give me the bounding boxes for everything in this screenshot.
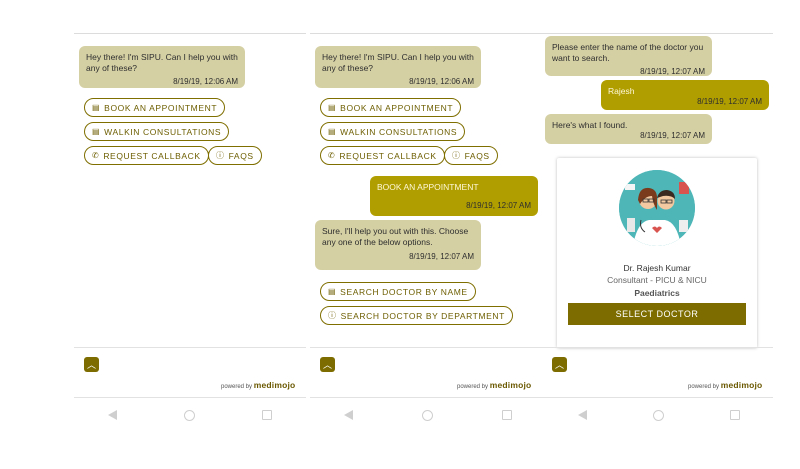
chip-label: REQUEST CALLBACK <box>103 150 201 161</box>
message-text: Hey there! I'm SIPU. Can I help you with… <box>322 52 477 73</box>
message-text: Hey there! I'm SIPU. Can I help you with… <box>86 52 241 73</box>
request-callback-chip[interactable]: ✆ REQUEST CALLBACK <box>320 146 445 165</box>
doctors-illustration <box>619 170 695 246</box>
faqs-chip[interactable]: ⓘ FAQS <box>444 146 498 165</box>
chip-label: FAQS <box>228 150 254 161</box>
top-divider <box>545 33 773 34</box>
message-text: Sure, I'll help you out with this. Choos… <box>322 226 471 247</box>
bot-message-prompt: Please enter the name of the doctor you … <box>545 36 712 76</box>
chip-label: WALKIN CONSULTATIONS <box>104 126 222 137</box>
doctor-avatar <box>619 170 695 246</box>
chip-label: REQUEST CALLBACK <box>339 150 437 161</box>
chip-label: FAQS <box>464 150 490 161</box>
request-callback-chip[interactable]: ✆ REQUEST CALLBACK <box>84 146 209 165</box>
brand-logo: medimojo <box>489 380 532 390</box>
info-icon: ⓘ <box>216 151 225 160</box>
top-divider <box>310 33 546 34</box>
book-icon: ▤ <box>92 103 101 112</box>
message-timestamp: 8/19/19, 12:06 AM <box>409 77 474 86</box>
input-divider <box>310 347 546 348</box>
home-icon[interactable] <box>421 409 433 421</box>
message-timestamp: 8/19/19, 12:07 AM <box>409 252 474 261</box>
chevron-up-icon: ︿ <box>554 360 564 370</box>
brand-logo: medimojo <box>253 380 296 390</box>
chevron-up-icon: ︿ <box>322 360 332 370</box>
doctor-card: Dr. Rajesh Kumar Consultant - PICU & NIC… <box>557 158 757 348</box>
info-icon: ⓘ <box>328 311 337 320</box>
book-icon: ▤ <box>328 127 337 136</box>
input-divider <box>74 347 306 348</box>
doctor-designation: Consultant - PICU & NICU <box>607 275 707 285</box>
book-icon: ▤ <box>92 127 101 136</box>
expand-menu-button[interactable]: ︿ <box>84 357 99 372</box>
user-message: Rajesh 8/19/19, 12:07 AM <box>601 80 769 110</box>
back-icon[interactable] <box>107 410 117 420</box>
brand-logo: medimojo <box>720 380 763 390</box>
message-text: BOOK AN APPOINTMENT <box>377 182 479 192</box>
recent-apps-icon[interactable] <box>730 410 740 420</box>
bot-message-greeting: Hey there! I'm SIPU. Can I help you with… <box>79 46 245 88</box>
powered-by-badge: powered by medimojo <box>457 380 531 390</box>
user-message: BOOK AN APPOINTMENT 8/19/19, 12:07 AM <box>370 176 538 216</box>
message-text: Please enter the name of the doctor you … <box>552 42 706 63</box>
footer-divider <box>545 397 773 398</box>
back-icon[interactable] <box>578 410 587 420</box>
recent-apps-icon[interactable] <box>262 410 273 420</box>
doctor-department: Paediatrics <box>634 288 680 298</box>
chat-screen-3: Please enter the name of the doctor you … <box>545 0 773 469</box>
book-appointment-chip[interactable]: ▤ BOOK AN APPOINTMENT <box>320 98 462 117</box>
chat-screen-2: Hey there! I'm SIPU. Can I help you with… <box>310 0 546 469</box>
search-by-department-chip[interactable]: ⓘ SEARCH DOCTOR BY DEPARTMENT <box>320 306 513 325</box>
home-icon[interactable] <box>653 409 664 421</box>
book-appointment-chip[interactable]: ▤ BOOK AN APPOINTMENT <box>84 98 226 117</box>
back-icon[interactable] <box>344 410 354 420</box>
message-timestamp: 8/19/19, 12:06 AM <box>173 77 238 86</box>
powered-by-text: powered by <box>457 384 489 390</box>
home-icon[interactable] <box>183 409 195 421</box>
android-nav-bar <box>74 401 306 429</box>
android-nav-bar <box>545 401 773 429</box>
chip-label: WALKIN CONSULTATIONS <box>340 126 458 137</box>
select-doctor-button[interactable]: SELECT DOCTOR <box>568 303 746 325</box>
phone-icon: ✆ <box>92 151 100 160</box>
chip-label: SEARCH DOCTOR BY DEPARTMENT <box>340 310 505 321</box>
info-icon: ⓘ <box>452 151 461 160</box>
message-timestamp: 8/19/19, 12:07 AM <box>697 97 762 106</box>
expand-menu-button[interactable]: ︿ <box>552 357 567 372</box>
chip-label: BOOK AN APPOINTMENT <box>104 102 218 113</box>
bot-message-options: Sure, I'll help you out with this. Choos… <box>315 220 481 270</box>
phone-icon: ✆ <box>328 151 336 160</box>
bot-message-found: Here's what I found. 8/19/19, 12:07 AM <box>545 114 712 144</box>
faqs-chip[interactable]: ⓘ FAQS <box>208 146 262 165</box>
message-timestamp: 8/19/19, 12:07 AM <box>466 201 531 210</box>
book-icon: ▤ <box>328 287 337 296</box>
powered-by-text: powered by <box>221 384 253 390</box>
powered-by-text: powered by <box>688 384 720 390</box>
doctor-name: Dr. Rajesh Kumar <box>623 263 691 273</box>
chat-screen-1: Hey there! I'm SIPU. Can I help you with… <box>74 0 306 469</box>
search-by-name-chip[interactable]: ▤ SEARCH DOCTOR BY NAME <box>320 282 476 301</box>
footer-divider <box>74 397 306 398</box>
walkin-consultations-chip[interactable]: ▤ WALKIN CONSULTATIONS <box>320 122 466 141</box>
walkin-consultations-chip[interactable]: ▤ WALKIN CONSULTATIONS <box>84 122 230 141</box>
top-divider <box>74 33 306 34</box>
bot-message-greeting: Hey there! I'm SIPU. Can I help you with… <box>315 46 481 88</box>
chevron-up-icon: ︿ <box>86 360 96 370</box>
message-timestamp: 8/19/19, 12:07 AM <box>640 131 705 140</box>
message-timestamp: 8/19/19, 12:07 AM <box>640 67 705 76</box>
powered-by-badge: powered by medimojo <box>221 380 295 390</box>
book-icon: ▤ <box>328 103 337 112</box>
footer-divider <box>310 397 546 398</box>
recent-apps-icon[interactable] <box>501 410 512 420</box>
expand-menu-button[interactable]: ︿ <box>320 357 335 372</box>
android-nav-bar <box>310 401 546 429</box>
chip-label: SEARCH DOCTOR BY NAME <box>340 286 468 297</box>
powered-by-badge: powered by medimojo <box>688 380 762 390</box>
chip-label: BOOK AN APPOINTMENT <box>340 102 454 113</box>
input-divider <box>545 347 773 348</box>
